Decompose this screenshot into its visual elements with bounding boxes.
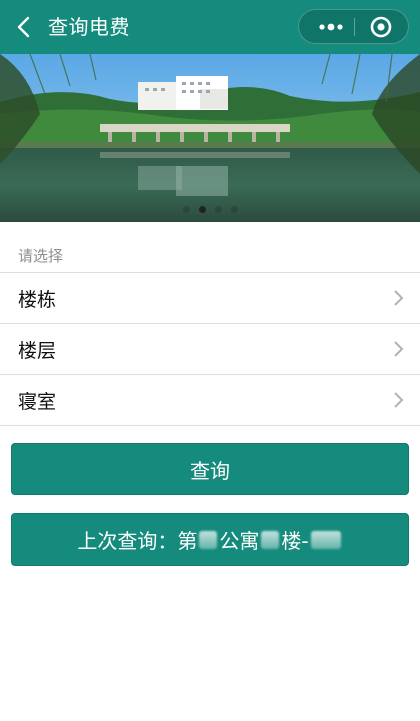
campus-lake-photo: [0, 54, 420, 222]
redacted-text: [310, 530, 341, 549]
last-query-part: 第: [177, 529, 198, 553]
last-query-prefix: 上次查询：: [77, 529, 178, 553]
campus-banner-image[interactable]: [0, 54, 420, 222]
last-query-part: 楼-: [281, 529, 309, 553]
chevron-right-icon: [394, 392, 404, 408]
page-title: 查询电费: [48, 15, 130, 39]
back-arrow-icon: [17, 16, 30, 38]
selection-list: 楼栋 楼层 寝室: [0, 272, 420, 426]
mini-program-capsule: [298, 9, 409, 44]
redacted-text: [261, 530, 280, 549]
building-select-row[interactable]: 楼栋: [0, 273, 420, 324]
top-navigation-bar: 查询电费: [0, 0, 420, 54]
last-query-part: 公寓: [219, 529, 260, 553]
redacted-text: [199, 530, 218, 549]
carousel-dot-active[interactable]: [198, 206, 206, 213]
carousel-dot[interactable]: [182, 206, 190, 213]
carousel-dot[interactable]: [214, 206, 222, 213]
carousel-indicators: [0, 206, 420, 218]
capsule-divider: [354, 18, 355, 36]
dorm-room-label: 寝室: [18, 391, 57, 413]
target-close-icon: [370, 16, 392, 37]
carousel-dot[interactable]: [230, 206, 238, 213]
close-mini-program-button[interactable]: [361, 10, 401, 43]
last-query-button[interactable]: 上次查询： 第 公寓 楼-: [11, 513, 409, 566]
dorm-room-select-row[interactable]: 寝室: [0, 375, 420, 426]
chevron-right-icon: [394, 290, 404, 306]
floor-label: 楼层: [18, 340, 57, 362]
floor-select-row[interactable]: 楼层: [0, 324, 420, 375]
more-dots-icon: [319, 23, 343, 30]
back-button[interactable]: [10, 12, 38, 42]
select-section-label: 请选择: [18, 247, 64, 265]
query-button[interactable]: 查询: [11, 443, 409, 495]
more-menu-button[interactable]: [311, 10, 351, 43]
building-label: 楼栋: [18, 289, 57, 311]
chevron-right-icon: [394, 341, 404, 357]
